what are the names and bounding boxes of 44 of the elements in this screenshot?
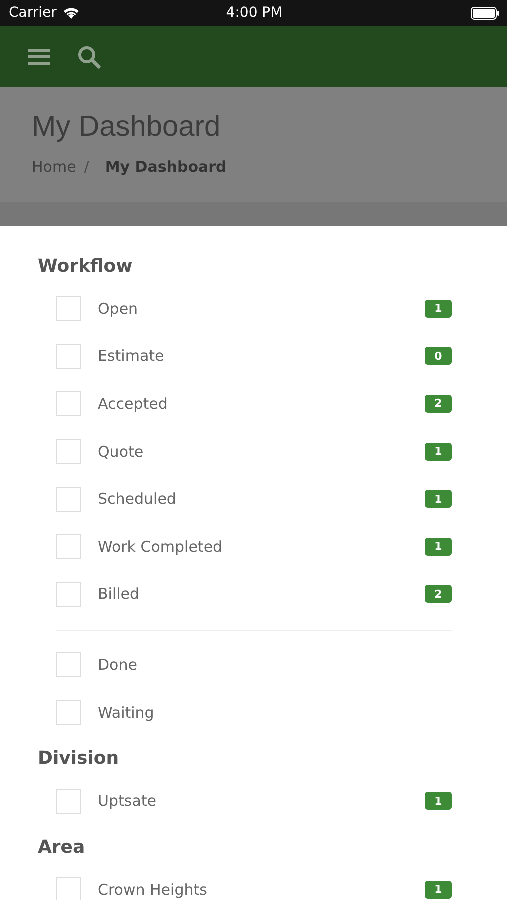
menu-icon[interactable] xyxy=(28,48,50,66)
filter-label: Quote xyxy=(98,442,145,461)
count-badge: 2 xyxy=(425,394,452,413)
section-heading: Area xyxy=(38,836,86,858)
count-badge: 0 xyxy=(425,347,452,366)
checkbox[interactable] xyxy=(56,391,81,416)
checkbox[interactable] xyxy=(56,788,81,814)
filter-label: Open xyxy=(98,300,140,318)
section-heading: Division xyxy=(38,748,120,770)
filter-label: Billed xyxy=(98,585,141,604)
wifi-icon xyxy=(62,7,80,19)
search-icon[interactable] xyxy=(77,44,101,68)
filter-label: Waiting xyxy=(98,704,156,722)
checkbox[interactable] xyxy=(56,582,81,607)
section-heading: Workflow xyxy=(38,256,134,277)
checkbox[interactable] xyxy=(56,534,81,560)
count-badge: 1 xyxy=(425,792,452,810)
count-badge: 1 xyxy=(425,538,452,556)
breadcrumb-current: My Dashboard xyxy=(105,158,227,176)
checkbox[interactable] xyxy=(56,439,81,464)
checkbox[interactable] xyxy=(56,486,81,512)
filter-label: Work Completed xyxy=(98,538,224,556)
count-badge: 2 xyxy=(425,585,452,604)
filter-label: Done xyxy=(98,656,138,674)
filter-label: Estimate xyxy=(98,347,166,366)
filter-label: Uptsate xyxy=(98,792,158,810)
clock: 4:00 PM xyxy=(226,5,283,21)
checkbox[interactable] xyxy=(56,700,81,726)
checkbox[interactable] xyxy=(56,344,81,369)
count-badge: 1 xyxy=(425,300,452,318)
count-badge: 1 xyxy=(425,490,452,508)
checkbox[interactable] xyxy=(56,877,81,900)
filter-label: Accepted xyxy=(98,394,169,413)
carrier-label: Carrier xyxy=(9,5,57,21)
breadcrumb-separator: / xyxy=(84,158,90,176)
filter-label: Crown Heights xyxy=(98,880,208,899)
checkbox[interactable] xyxy=(56,652,81,678)
page-title: My Dashboard xyxy=(32,111,222,144)
battery-icon xyxy=(470,6,500,20)
filter-label: Scheduled xyxy=(98,490,178,508)
breadcrumb-link[interactable]: Home xyxy=(32,158,76,176)
checkbox[interactable] xyxy=(56,296,81,322)
count-badge: 1 xyxy=(425,880,452,899)
count-badge: 1 xyxy=(425,442,452,461)
